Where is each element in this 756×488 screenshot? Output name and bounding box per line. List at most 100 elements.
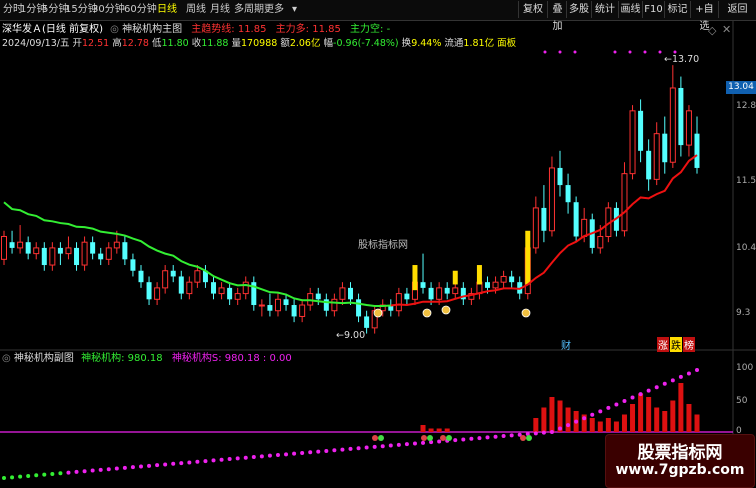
sub-dot <box>566 423 571 428</box>
stock-title-row: 深华发Ａ(日线 前复权) ◎ 神秘机构主图 主趋势线: 11.85 主力多: 1… <box>2 24 390 36</box>
sub-dot <box>243 455 248 460</box>
sub-dot <box>211 458 216 463</box>
line2-label: 主力多: 11.85 <box>275 24 341 35</box>
sub-dot <box>147 463 152 468</box>
signal-icon <box>526 435 532 441</box>
line1-label: 主趋势线: 11.85 <box>191 24 267 35</box>
sub-dot <box>163 462 168 467</box>
candle-body <box>492 281 499 289</box>
event-tag-zhang[interactable]: 涨 <box>657 337 669 352</box>
vol-label: 量 <box>231 38 242 49</box>
signal-icon <box>446 435 452 441</box>
sub-dot <box>348 446 353 451</box>
sub-dot <box>179 461 184 466</box>
event-tag-die[interactable]: 跌 <box>670 337 682 352</box>
candle-body <box>694 133 700 168</box>
sub-dot <box>574 419 579 424</box>
float-value: 1.81亿 <box>463 38 495 49</box>
candle-body <box>227 287 233 300</box>
sub-indicator-name[interactable]: 神秘机构副图 <box>14 353 74 364</box>
sub-bar <box>420 425 426 432</box>
sub-dot <box>356 446 361 451</box>
sub-bar <box>654 407 660 432</box>
sub-dot <box>638 392 643 397</box>
sub-dot <box>267 453 272 458</box>
candle-body <box>274 298 281 312</box>
window-icon[interactable]: ◇ <box>708 24 716 37</box>
sub-bar <box>597 421 603 432</box>
signal-icon <box>378 435 384 441</box>
sub-dot <box>74 469 79 474</box>
sub-bar <box>630 404 636 432</box>
turn-value: 9.44% <box>411 38 442 49</box>
candle-body <box>57 247 63 254</box>
site-watermark: 股票指标网 www.7gpzb.com <box>605 434 755 488</box>
sub-bar <box>686 404 692 432</box>
signal-candle <box>476 265 482 285</box>
top-marker-dot <box>543 50 547 54</box>
candle-body <box>211 282 217 294</box>
sub-dot <box>421 440 426 445</box>
sub-settings-icon[interactable]: ◎ <box>2 353 11 364</box>
candle-body <box>404 293 410 300</box>
candle-body <box>178 276 184 294</box>
chg-value: -0.96(-7.48%) <box>333 38 399 49</box>
candle-body <box>9 242 15 248</box>
sub-dot <box>598 409 603 414</box>
vol-value: 170988 <box>241 38 278 49</box>
sub-bar <box>541 407 547 432</box>
top-marker-dot <box>628 50 632 54</box>
low-label: 低 <box>152 38 162 49</box>
sub-dot <box>469 436 474 441</box>
sub-bar <box>436 428 442 432</box>
signal-icon <box>421 435 427 441</box>
event-tag-cai[interactable]: 财 <box>561 337 571 352</box>
candle-body <box>81 241 88 266</box>
sub-dot <box>437 439 442 444</box>
candle-body <box>356 299 362 317</box>
sub-bar <box>565 407 571 432</box>
amt-label: 额 <box>280 38 290 49</box>
signal-candle <box>525 230 531 285</box>
high-label: 高 <box>112 38 122 49</box>
money-bag-icon <box>521 308 531 318</box>
sub-dot <box>10 475 15 480</box>
candle-body <box>186 281 193 295</box>
candle-body <box>581 218 588 237</box>
top-marker-dot <box>558 50 562 54</box>
candle-body <box>653 133 660 180</box>
indicator-name[interactable]: 神秘机构主图 <box>122 24 182 35</box>
candle-body <box>685 110 692 146</box>
candle-body <box>565 185 571 203</box>
top-marker-dot <box>658 50 662 54</box>
sub-dot <box>549 430 554 434</box>
candle-body <box>436 287 443 300</box>
sub-dot <box>372 444 377 449</box>
candle-body <box>138 270 144 283</box>
event-tag-bang[interactable]: 榜 <box>683 337 695 352</box>
settings-icon[interactable]: ◎ <box>110 24 119 35</box>
candle-body <box>678 87 684 146</box>
candle-body <box>629 110 636 175</box>
sub-dot <box>50 471 55 476</box>
sub-dot <box>646 388 651 393</box>
money-bag-icon <box>441 305 451 315</box>
candle-body <box>331 298 338 312</box>
sub-dot <box>396 442 401 447</box>
candle-body <box>154 287 161 300</box>
sub-dot <box>122 465 127 470</box>
sub-dot <box>275 453 280 457</box>
candle-body <box>621 173 628 232</box>
sub-dot <box>171 461 176 466</box>
window-close-icon[interactable]: ✕ <box>722 23 731 36</box>
sub-dot <box>114 466 119 471</box>
candle-body <box>339 287 346 300</box>
sub-dot <box>678 374 683 379</box>
sub-dot <box>630 395 635 400</box>
panel-button[interactable]: 面板 <box>497 38 516 49</box>
sub-bar <box>589 418 595 432</box>
sub-dot <box>582 416 587 421</box>
sub-dot <box>138 464 143 469</box>
sub-dot <box>485 435 490 440</box>
sub-bar <box>444 428 450 432</box>
